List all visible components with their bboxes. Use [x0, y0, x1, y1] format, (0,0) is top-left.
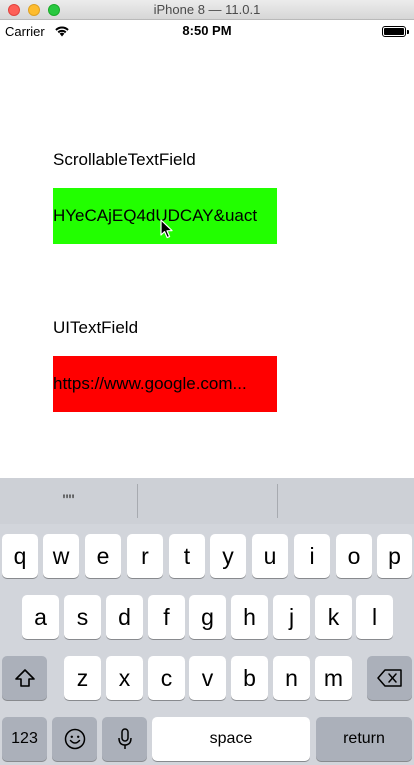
battery-icon [382, 26, 409, 37]
uitextfield-label: UITextField [53, 318, 139, 337]
scrollable-textfield-label: ScrollableTextField [53, 150, 196, 169]
shift-key[interactable] [2, 656, 47, 700]
key-v[interactable]: v [189, 656, 226, 700]
uitextfield[interactable]: https://www.google.com... [53, 356, 277, 412]
key-m[interactable]: m [315, 656, 352, 700]
key-y[interactable]: y [210, 534, 246, 578]
key-h[interactable]: h [231, 595, 268, 639]
key-r[interactable]: r [127, 534, 163, 578]
prediction-1[interactable]: "" [0, 478, 137, 524]
window-title: iPhone 8 — 11.0.1 [153, 2, 261, 17]
dictation-key[interactable] [102, 717, 147, 761]
key-w[interactable]: w [43, 534, 79, 578]
key-q[interactable]: q [2, 534, 38, 578]
keyboard: "" q w e r t y u i o p a s d f g h j k l… [0, 478, 414, 765]
key-k[interactable]: k [315, 595, 352, 639]
key-x[interactable]: x [106, 656, 143, 700]
key-g[interactable]: g [189, 595, 226, 639]
prediction-3[interactable] [278, 478, 414, 524]
key-l[interactable]: l [356, 595, 393, 639]
prediction-2[interactable] [138, 478, 277, 524]
uitextfield-value: https://www.google.com... [53, 374, 247, 393]
key-i[interactable]: i [294, 534, 330, 578]
key-z[interactable]: z [64, 656, 101, 700]
mouse-pointer-icon [160, 219, 173, 239]
emoji-key[interactable] [52, 717, 97, 761]
predictive-bar: "" [0, 478, 414, 524]
key-d[interactable]: d [106, 595, 143, 639]
key-b[interactable]: b [231, 656, 268, 700]
key-n[interactable]: n [273, 656, 310, 700]
shift-icon [14, 669, 35, 687]
microphone-icon [117, 728, 132, 749]
key-e[interactable]: e [85, 534, 121, 578]
emoji-icon [64, 728, 85, 750]
key-j[interactable]: j [273, 595, 310, 639]
space-key[interactable]: space [152, 717, 310, 761]
delete-icon [376, 669, 402, 687]
key-p[interactable]: p [377, 534, 412, 578]
key-o[interactable]: o [336, 534, 372, 578]
delete-key[interactable] [367, 656, 412, 700]
key-c[interactable]: c [148, 656, 185, 700]
numbers-key[interactable]: 123 [2, 717, 47, 761]
status-bar: Carrier 8:50 PM [0, 20, 414, 42]
status-time: 8:50 PM [182, 23, 232, 38]
key-s[interactable]: s [64, 595, 101, 639]
simulator-titlebar: iPhone 8 — 11.0.1 [0, 0, 414, 20]
return-key[interactable]: return [316, 717, 412, 761]
key-f[interactable]: f [148, 595, 185, 639]
key-u[interactable]: u [252, 534, 288, 578]
key-a[interactable]: a [22, 595, 59, 639]
scrollable-textfield-value: HYeCAjEQ4dUDCAY&uact [53, 206, 258, 225]
key-t[interactable]: t [169, 534, 205, 578]
